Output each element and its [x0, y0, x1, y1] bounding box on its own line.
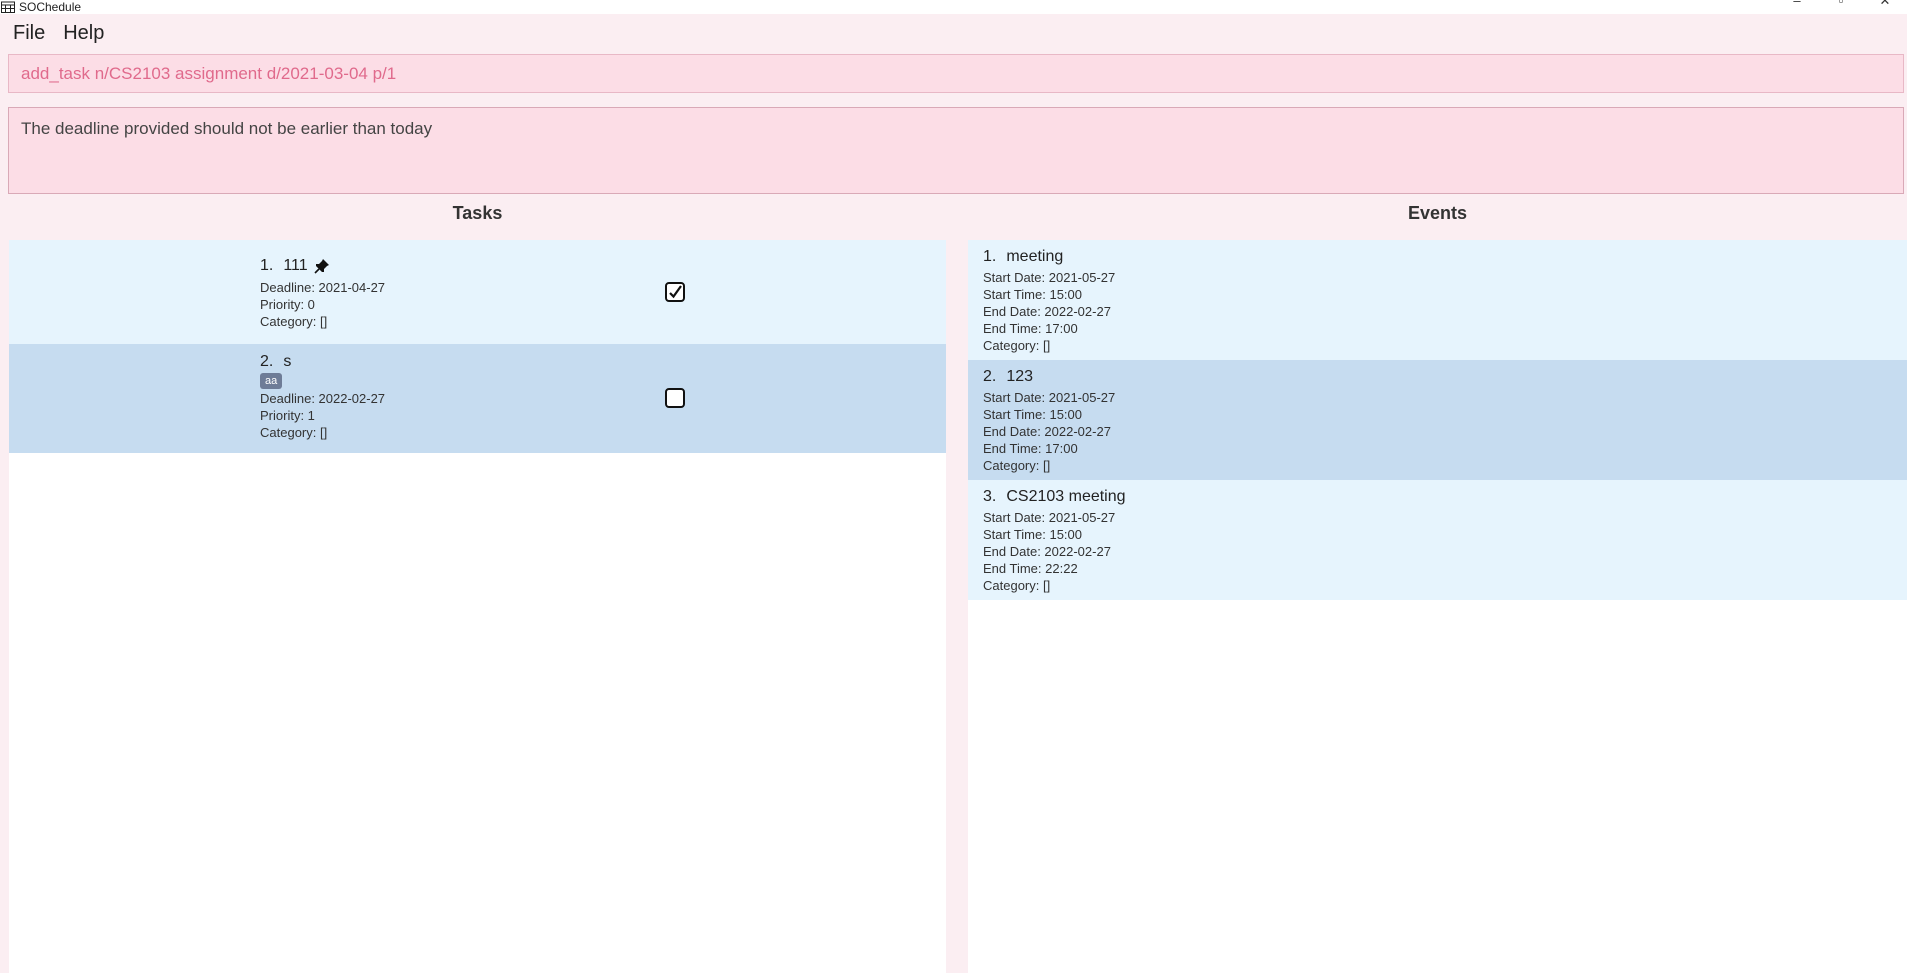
- restore-icon[interactable]: ▫: [1819, 0, 1863, 10]
- menu-file[interactable]: File: [4, 22, 54, 45]
- menu-help[interactable]: Help: [54, 22, 113, 45]
- event-start-time: Start Time: 15:00: [983, 527, 1082, 542]
- event-title: 3. CS2103 meeting: [983, 488, 1907, 506]
- result-message: The deadline provided should not be earl…: [21, 119, 433, 138]
- event-title: 2. 123: [983, 368, 1907, 386]
- event-end-time: End Time: 17:00: [983, 321, 1078, 336]
- event-end-date: End Date: 2022-02-27: [983, 424, 1111, 439]
- task-card[interactable]: 2. s aa Deadline: 2022-02-27 Priority: 1…: [9, 344, 946, 453]
- minimize-icon[interactable]: –: [1775, 0, 1819, 10]
- event-card[interactable]: 3. CS2103 meeting Start Date: 2021-05-27…: [968, 480, 1907, 600]
- task-details: 2. s aa Deadline: 2022-02-27 Priority: 1…: [260, 353, 385, 441]
- task-list[interactable]: 1. 111 Deadline: 2021-04-27 Priority: 0 …: [9, 240, 946, 973]
- panel-divider: [946, 240, 968, 973]
- event-category: Category: []: [983, 458, 1051, 473]
- event-end-date: End Date: 2022-02-27: [983, 304, 1111, 319]
- task-done-checkbox[interactable]: [665, 282, 685, 302]
- task-title: 2. s: [260, 353, 385, 371]
- task-index: 1.: [260, 257, 274, 274]
- event-list[interactable]: 1. meeting Start Date: 2021-05-27 Start …: [968, 240, 1907, 973]
- event-name: meeting: [1006, 248, 1064, 265]
- events-panel-title: Events: [1407, 203, 1468, 223]
- task-name: s: [283, 353, 292, 370]
- event-start-date: Start Date: 2021-05-27: [983, 270, 1116, 285]
- title-bar: SOChedule – ▫ ✕: [0, 0, 1907, 14]
- event-name: 123: [1006, 368, 1034, 385]
- event-card[interactable]: 2. 123 Start Date: 2021-05-27 Start Time…: [968, 360, 1907, 480]
- task-name: 111: [283, 257, 308, 274]
- task-card[interactable]: 1. 111 Deadline: 2021-04-27 Priority: 0 …: [9, 240, 946, 344]
- task-category: Category: []: [260, 314, 328, 329]
- tasks-panel-title: Tasks: [452, 203, 503, 223]
- event-category: Category: []: [983, 338, 1051, 353]
- task-category: Category: []: [260, 425, 328, 440]
- window-controls: – ▫ ✕: [1775, 0, 1907, 10]
- task-deadline: Deadline: 2022-02-27: [260, 391, 386, 406]
- task-title: 1. 111: [260, 257, 385, 275]
- command-input[interactable]: [21, 63, 1903, 84]
- event-category: Category: []: [983, 578, 1051, 593]
- task-index: 2.: [260, 353, 274, 370]
- menu-bar: File Help: [0, 14, 1907, 52]
- event-end-time: End Time: 17:00: [983, 441, 1078, 456]
- event-start-time: Start Time: 15:00: [983, 287, 1082, 302]
- task-details: 1. 111 Deadline: 2021-04-27 Priority: 0 …: [260, 257, 385, 330]
- event-card[interactable]: 1. meeting Start Date: 2021-05-27 Start …: [968, 240, 1907, 360]
- result-display: The deadline provided should not be earl…: [8, 107, 1904, 194]
- event-end-date: End Date: 2022-02-27: [983, 544, 1111, 559]
- event-title: 1. meeting: [983, 248, 1907, 266]
- event-start-date: Start Date: 2021-05-27: [983, 510, 1116, 525]
- task-priority: Priority: 1: [260, 408, 315, 423]
- task-done-checkbox[interactable]: [665, 388, 685, 408]
- task-deadline: Deadline: 2021-04-27: [260, 280, 386, 295]
- event-index: 2.: [983, 368, 997, 385]
- pin-icon: [314, 259, 329, 274]
- event-end-time: End Time: 22:22: [983, 561, 1078, 576]
- event-name: CS2103 meeting: [1006, 488, 1126, 505]
- event-index: 3.: [983, 488, 997, 505]
- event-start-time: Start Time: 15:00: [983, 407, 1082, 422]
- window-title: SOChedule: [19, 0, 82, 14]
- command-box: [8, 54, 1904, 93]
- event-index: 1.: [983, 248, 997, 265]
- close-icon[interactable]: ✕: [1863, 0, 1907, 10]
- calendar-icon: [1, 1, 15, 13]
- task-priority: Priority: 0: [260, 297, 315, 312]
- event-start-date: Start Date: 2021-05-27: [983, 390, 1116, 405]
- task-tag: aa: [260, 373, 283, 389]
- checkmark-icon: [669, 285, 682, 299]
